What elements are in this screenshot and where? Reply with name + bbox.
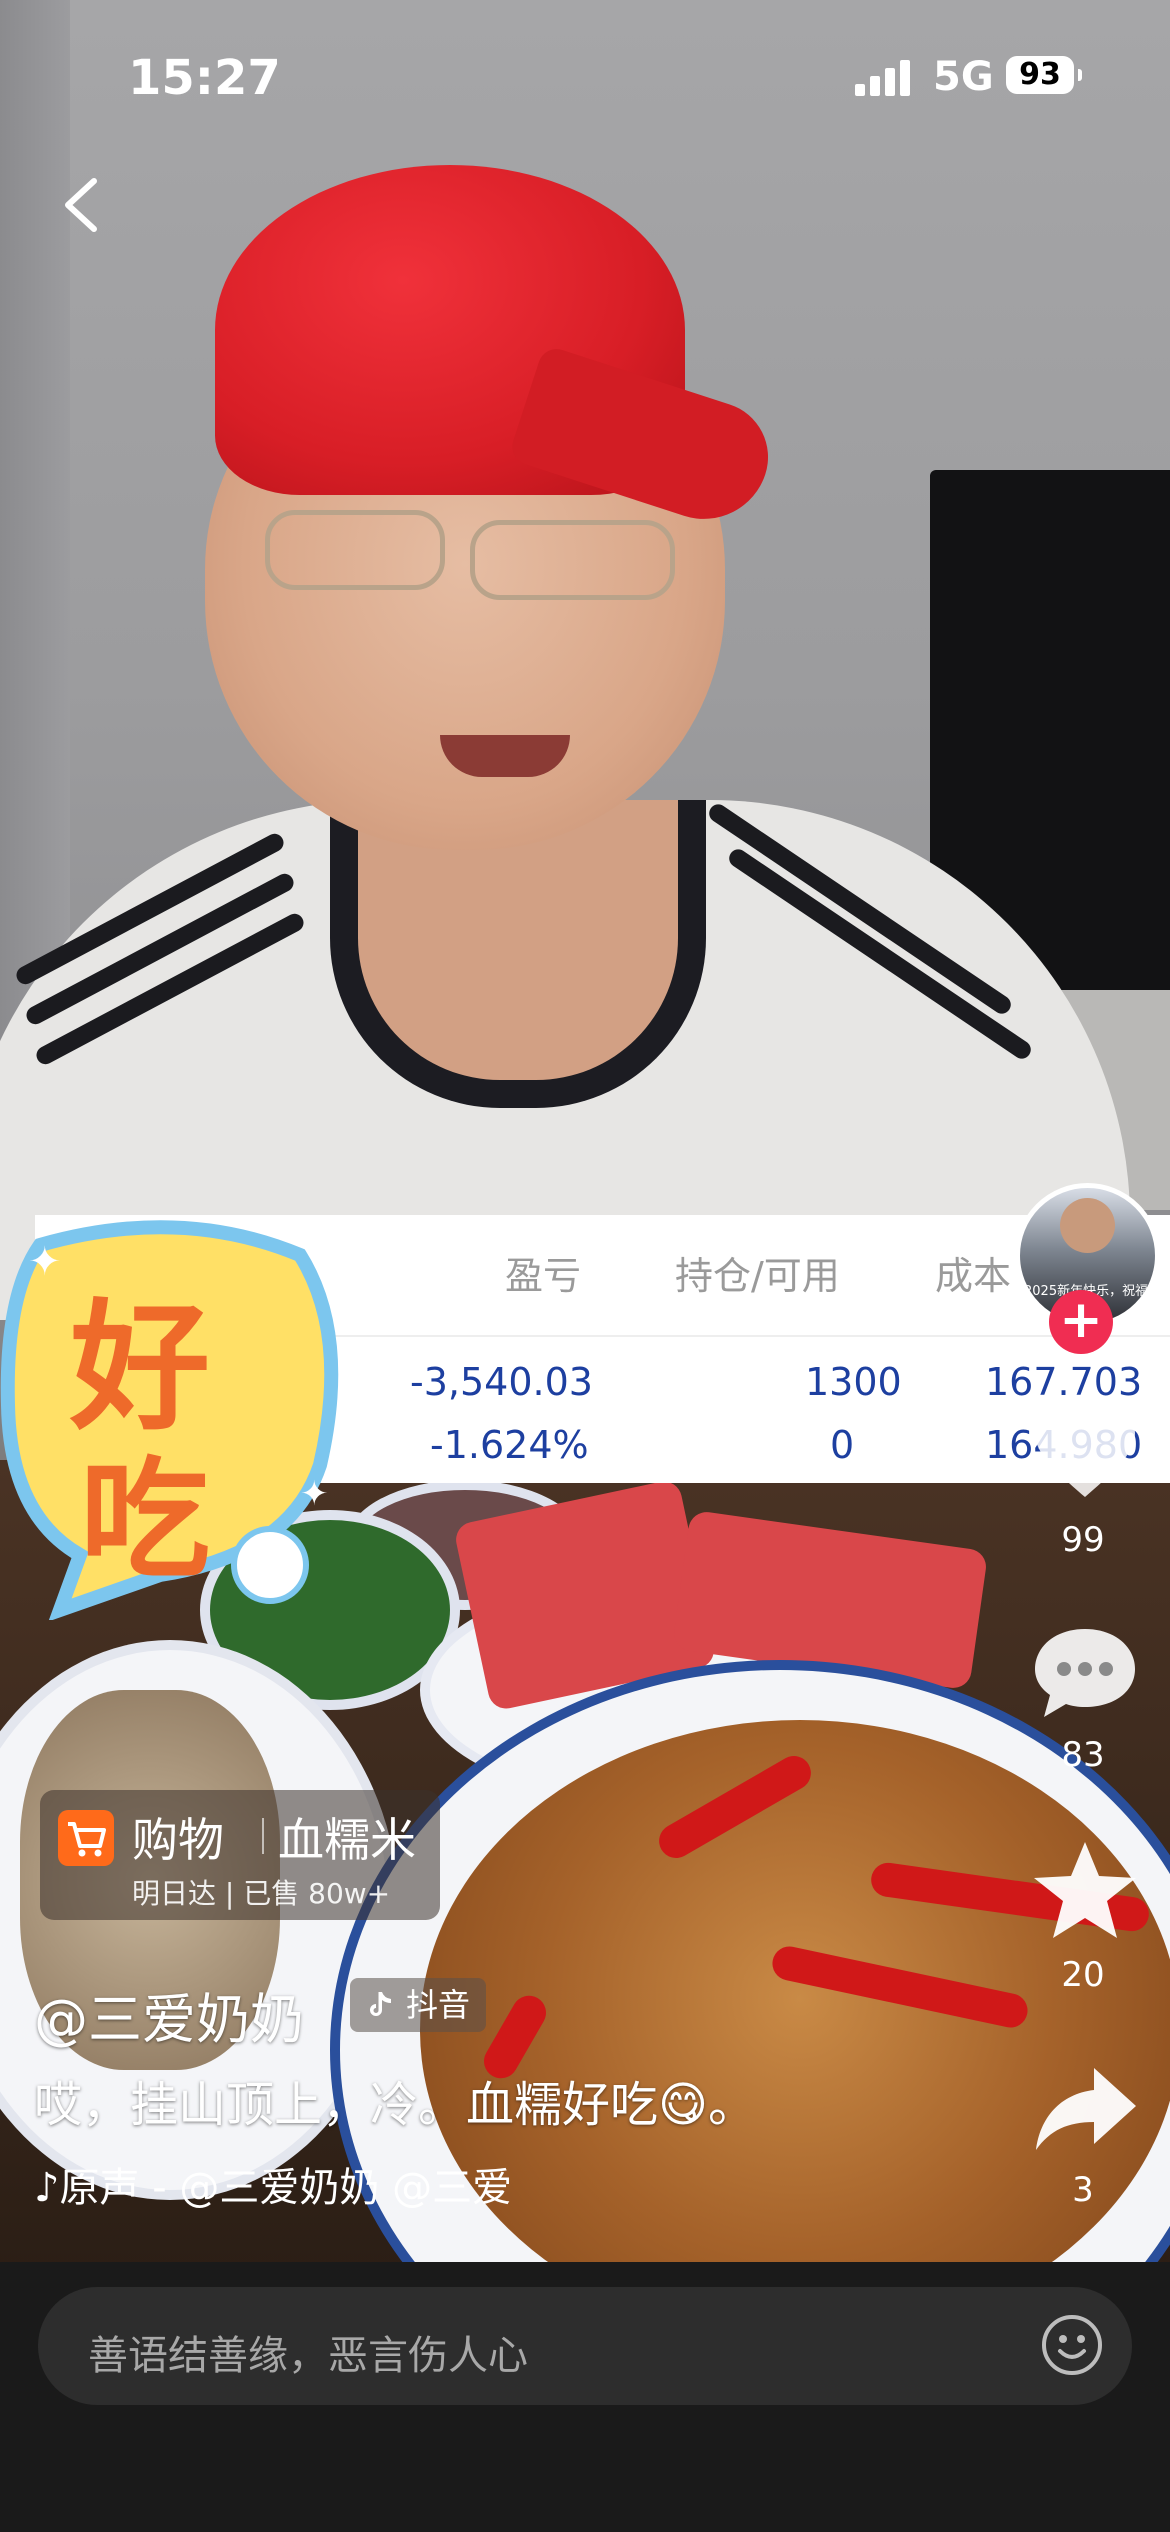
author-name[interactable]: @三爱奶奶 [34, 1975, 304, 2054]
platform-badge-label: 抖音 [406, 1986, 471, 2024]
emoji-icon[interactable] [1040, 2313, 1104, 2377]
douyin-icon [370, 1992, 391, 2016]
shop-card[interactable]: 购物 血糯米 明日达 | 已售 80w+ [40, 1790, 440, 1920]
platform-badge[interactable]: 抖音 [350, 1978, 487, 2032]
like-heart-icon[interactable] [1030, 1405, 1140, 1505]
video-caption: 哎，挂山顶上，冷。血糯好吃😋。 [34, 2077, 757, 2133]
pnl-percent: -1.624% [430, 1423, 589, 1467]
music-credit[interactable]: ♪原声 - @三爱奶奶 @三爱 [34, 2155, 512, 2213]
header-pnl: 盈亏 [505, 1254, 582, 1298]
comment-icon[interactable] [1030, 1625, 1140, 1721]
video-screen[interactable]: 15:27 5G 93 盈亏 持仓/可用 成本 -3,540.03 1300 1… [0, 0, 1170, 2532]
tasty-sticker: ✦ ✦ 好 吃 [0, 1215, 360, 1622]
status-bar: 15:27 5G 93 [0, 0, 1170, 150]
glasses-lens [470, 520, 675, 600]
back-button[interactable] [58, 175, 108, 235]
available-value: 0 [830, 1423, 855, 1467]
video-frame[interactable] [0, 0, 1170, 2440]
sticker-text-2: 吃 [80, 1444, 211, 1596]
header-position: 持仓/可用 [675, 1254, 840, 1298]
svg-text:✦: ✦ [300, 1474, 329, 1514]
shop-item-name: 血糯米 [278, 1813, 416, 1867]
share-arrow-icon[interactable] [1030, 2060, 1140, 2156]
status-time: 15:27 [128, 50, 281, 106]
bottom-bar: 善语结善缘，恶言伤人心 [0, 2262, 1170, 2532]
like-count: 99 [1061, 1520, 1105, 1560]
favorite-star-icon[interactable] [1030, 1838, 1140, 1942]
comment-placeholder: 善语结善缘，恶言伤人心 [88, 2333, 528, 2379]
share-count: 3 [1072, 2170, 1094, 2210]
cart-icon [58, 1810, 114, 1866]
avatar-person [1060, 1198, 1115, 1253]
shop-title: 购物 [132, 1813, 224, 1867]
header-cost: 成本 [935, 1254, 1012, 1298]
shop-subtitle: 明日达 | 已售 80w+ [132, 1877, 391, 1910]
shop-divider [262, 1818, 264, 1854]
cost-value: 167.703 [985, 1360, 1143, 1404]
follow-button[interactable]: + [1049, 1290, 1113, 1354]
glasses-lens [265, 510, 445, 590]
network-type: 5G [933, 54, 994, 100]
position-value: 1300 [805, 1360, 902, 1404]
battery-icon: 93 [1006, 56, 1082, 94]
signal-icon [855, 60, 915, 96]
pnl-value: -3,540.03 [410, 1360, 593, 1404]
favorite-count: 20 [1061, 1955, 1105, 1995]
comment-count: 83 [1061, 1735, 1105, 1775]
comment-input[interactable]: 善语结善缘，恶言伤人心 [38, 2287, 1132, 2405]
svg-text:✦: ✦ [28, 1239, 62, 1285]
